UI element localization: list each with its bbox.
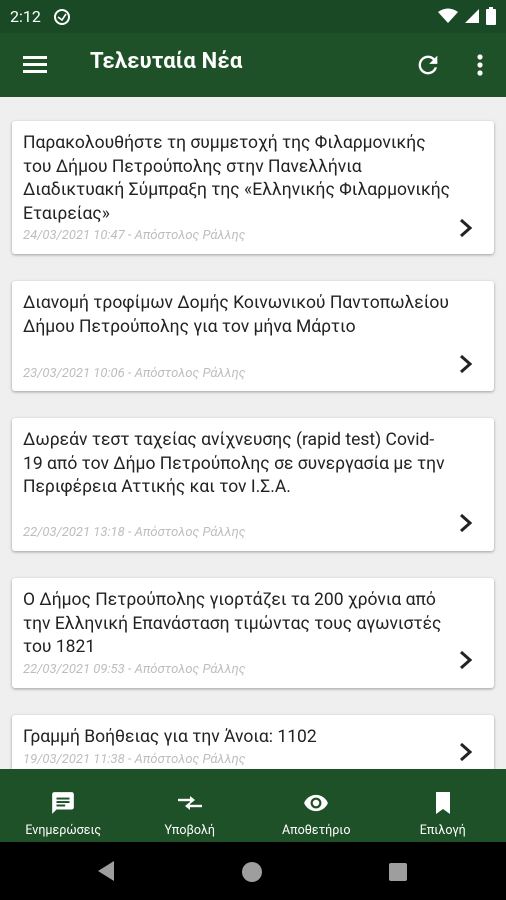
app-bar: Τελευταία Νέα	[0, 33, 506, 97]
eye-icon	[302, 789, 330, 817]
refresh-icon[interactable]	[414, 51, 442, 79]
bookmark-icon	[429, 789, 457, 817]
back-icon[interactable]	[96, 860, 116, 882]
nav-label: Επιλογή	[419, 823, 466, 838]
data-saver-icon	[53, 8, 71, 26]
battery-icon	[486, 7, 496, 29]
chevron-right-icon	[460, 650, 473, 670]
chevron-right-icon	[460, 218, 473, 238]
news-list[interactable]: Παρακολουθήστε τη συμμετοχή της Φιλαρμον…	[0, 97, 506, 769]
status-time: 2:12	[10, 7, 41, 26]
chat-icon	[49, 789, 77, 817]
news-meta: 22/03/2021 09:53 - Απόστολος Ράλλης	[23, 662, 246, 677]
nav-label: Υποβολή	[164, 823, 216, 838]
news-meta: 24/03/2021 10:47 - Απόστολος Ράλλης	[23, 228, 246, 243]
nav-item-repository[interactable]: Αποθετήριο	[253, 769, 380, 842]
chevron-right-icon	[460, 513, 473, 533]
system-navigation-bar	[0, 842, 506, 900]
news-title: Δωρεάν τεστ ταχείας ανίχνευσης (rapid te…	[23, 430, 445, 497]
nav-label: Αποθετήριο	[282, 823, 351, 838]
recents-icon[interactable]	[389, 863, 407, 881]
news-card[interactable]: Ο Δήμος Πετρούπολης γιορτάζει τα 200 χρό…	[12, 578, 494, 688]
news-card[interactable]: Διανομή τροφίμων Δομής Κοινωνικού Παντοπ…	[12, 281, 494, 391]
news-card[interactable]: Γραμμή Βοήθειας για την Άνοια: 1102 19/0…	[12, 715, 494, 769]
signal-icon	[464, 8, 480, 28]
news-title: Παρακολουθήστε τη συμμετοχή της Φιλαρμον…	[23, 133, 451, 224]
news-card[interactable]: Δωρεάν τεστ ταχείας ανίχνευσης (rapid te…	[12, 418, 494, 551]
news-title: Γραμμή Βοήθειας για την Άνοια: 1102	[23, 727, 317, 747]
wifi-icon	[438, 8, 458, 28]
nav-label: Ενημερώσεις	[25, 823, 102, 838]
menu-icon[interactable]	[22, 52, 48, 78]
nav-item-submit[interactable]: Υποβολή	[127, 769, 254, 842]
more-vert-icon[interactable]	[466, 51, 494, 79]
nav-item-selection[interactable]: Επιλογή	[380, 769, 506, 842]
page-title: Τελευταία Νέα	[90, 49, 243, 74]
bottom-navigation: Ενημερώσεις Υποβολή Αποθετήριο Επιλογή	[0, 769, 506, 842]
news-card[interactable]: Παρακολουθήστε τη συμμετοχή της Φιλαρμον…	[12, 121, 494, 254]
compare-arrows-icon	[176, 789, 204, 817]
chevron-right-icon	[460, 742, 473, 762]
news-meta: 22/03/2021 13:18 - Απόστολος Ράλλης	[23, 525, 246, 540]
news-meta: 23/03/2021 10:06 - Απόστολος Ράλλης	[23, 366, 246, 381]
news-title: Διανομή τροφίμων Δομής Κοινωνικού Παντοπ…	[23, 293, 449, 337]
nav-item-updates[interactable]: Ενημερώσεις	[0, 769, 127, 842]
home-icon[interactable]	[242, 862, 262, 882]
status-bar: 2:12	[0, 0, 506, 33]
news-title: Ο Δήμος Πετρούπολης γιορτάζει τα 200 χρό…	[23, 590, 442, 657]
news-meta: 19/03/2021 11:38 - Απόστολος Ράλλης	[23, 752, 246, 767]
chevron-right-icon	[460, 354, 473, 374]
